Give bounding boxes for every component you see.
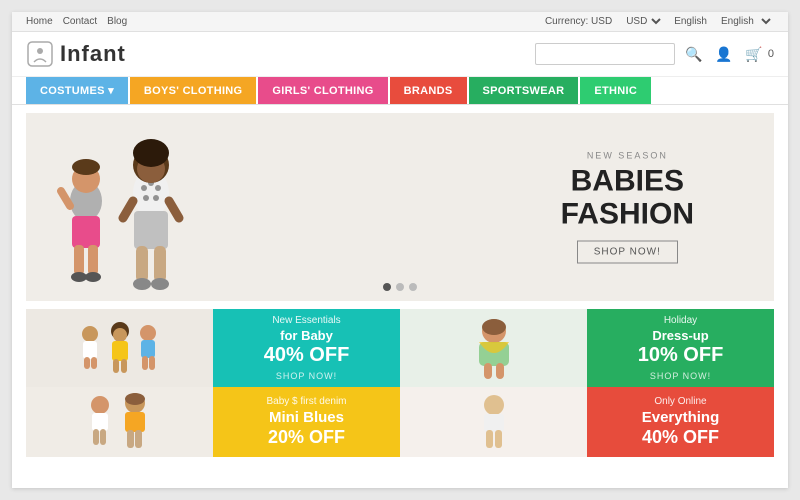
nav-bar: COSTUMES ▾ BOYS' CLOTHING GIRLS' CLOTHIN… [12, 77, 788, 105]
promo-text-2[interactable]: Holiday Dress-up 10% OFF SHOP NOW! [587, 309, 774, 387]
promo1-label: New Essentials [264, 315, 350, 326]
promo4-label: Only Online [642, 396, 720, 407]
promo2-label: Holiday [638, 315, 724, 326]
language-label: English [674, 16, 707, 27]
contact-link[interactable]: Contact [63, 16, 97, 27]
search-input[interactable] [535, 43, 675, 65]
cart-button[interactable]: 🛒 0 [743, 43, 774, 65]
home-link[interactable]: Home [26, 16, 53, 27]
nav-costumes[interactable]: COSTUMES ▾ [26, 77, 128, 104]
dot-2[interactable] [396, 283, 404, 291]
hero-content: NEW SEASON BABIES FASHION SHOP NOW! [561, 151, 694, 264]
promo2-shop: SHOP NOW! [638, 371, 724, 381]
promo-row-1: New Essentials for Baby 40% OFF SHOP NOW… [26, 309, 774, 387]
nav-sportswear[interactable]: SPORTSWEAR [469, 77, 579, 104]
nav-ethnic[interactable]: ETHNIC [580, 77, 651, 104]
promo3-main: Mini Blues [266, 409, 346, 427]
cart-icon: 🛒 [743, 43, 765, 65]
hero-shop-button[interactable]: SHOP NOW! [577, 241, 678, 264]
promo1-shop: SHOP NOW! [264, 371, 350, 381]
promo2-main: Dress-up [638, 328, 724, 344]
promo-row-2: Baby $ first denim Mini Blues 20% OFF On… [26, 387, 774, 457]
hero-title: BABIES FASHION [561, 165, 694, 231]
top-bar-right: Currency: USD USDEURGBP English EnglishF… [545, 15, 774, 28]
hero-subtitle: NEW SEASON [561, 151, 694, 161]
dot-1[interactable] [383, 283, 391, 291]
nav-brands[interactable]: BRANDS [390, 77, 467, 104]
promo4-main: Everything [642, 409, 720, 427]
promo2-img-2 [400, 387, 587, 457]
promo2-img-1 [26, 387, 213, 457]
hero-title-line1: BABIES [571, 165, 684, 198]
blog-link[interactable]: Blog [107, 16, 127, 27]
promo1-discount: 40% OFF [264, 344, 350, 367]
promo2-discount: 10% OFF [638, 344, 724, 367]
promo-img-2 [400, 309, 587, 387]
logo[interactable]: Infant [26, 40, 126, 68]
dot-3[interactable] [409, 283, 417, 291]
logo-text: Infant [60, 41, 126, 67]
baby-figure-1 [56, 141, 116, 301]
baby-figure-2 [116, 113, 186, 301]
site-header: Infant 🔍 👤 🛒 0 [12, 32, 788, 77]
search-icon[interactable]: 🔍 [683, 43, 705, 65]
promo4-discount: 40% OFF [642, 427, 720, 448]
currency-label: Currency: USD [545, 16, 612, 27]
currency-select[interactable]: USDEURGBP [622, 15, 664, 28]
nav-boys[interactable]: BOYS' CLOTHING [130, 77, 256, 104]
promo3-discount: 20% OFF [266, 427, 346, 448]
promo-img-1 [26, 309, 213, 387]
slider-dots [383, 283, 417, 291]
promo-text-3[interactable]: Baby $ first denim Mini Blues 20% OFF [213, 387, 400, 457]
promo-text-4[interactable]: Only Online Everything 40% OFF [587, 387, 774, 457]
hero-banner: NEW SEASON BABIES FASHION SHOP NOW! [26, 113, 774, 301]
hero-title-line2: FASHION [561, 198, 694, 231]
nav-girls[interactable]: GIRLS' CLOTHING [258, 77, 387, 104]
cart-count: 0 [768, 48, 774, 60]
header-right: 🔍 👤 🛒 0 [535, 43, 774, 65]
promo-text-1[interactable]: New Essentials for Baby 40% OFF SHOP NOW… [213, 309, 400, 387]
user-icon[interactable]: 👤 [713, 43, 735, 65]
logo-icon [26, 40, 54, 68]
top-bar-links: Home Contact Blog [26, 16, 127, 27]
language-select[interactable]: EnglishFrenchGerman [717, 15, 774, 28]
promo3-label: Baby $ first denim [266, 396, 346, 407]
top-bar: Home Contact Blog Currency: USD USDEURGB… [12, 12, 788, 32]
promo1-main: for Baby [264, 328, 350, 344]
